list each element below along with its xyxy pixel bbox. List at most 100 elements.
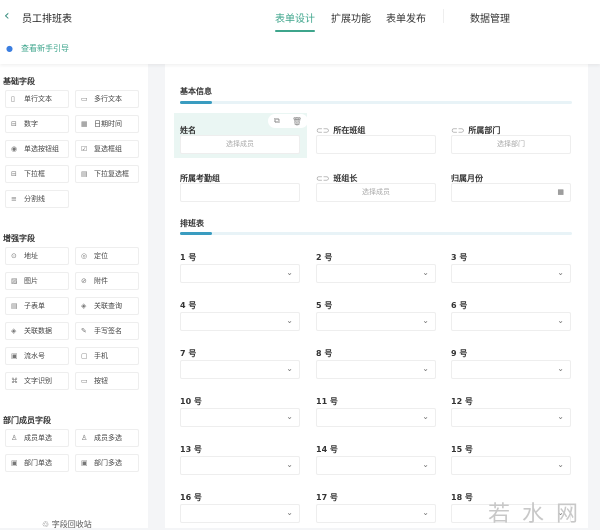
field-button-depts[interactable]: ▣ 部门多选 bbox=[75, 454, 139, 472]
field-input[interactable]: 选择部门 bbox=[451, 135, 571, 154]
chevron-down-icon: ⌄ bbox=[422, 364, 429, 373]
field-button-button[interactable]: ▭ 按钮 bbox=[75, 372, 139, 390]
field-button-label: 图片 bbox=[24, 277, 38, 285]
field-button-label: 定位 bbox=[94, 252, 108, 260]
section-bar bbox=[180, 101, 572, 104]
day-label: 1 号 bbox=[180, 253, 197, 262]
field-button-serial[interactable]: ▣ 流水号 bbox=[5, 347, 69, 365]
day-select[interactable]: ⌄ bbox=[451, 312, 571, 331]
field-button-multiline[interactable]: ▭ 多行文本 bbox=[75, 90, 139, 108]
radio-icon: ◉ bbox=[11, 145, 18, 153]
field-input[interactable]: ▦ bbox=[451, 183, 571, 202]
field-button-location[interactable]: ⊙ 地址 bbox=[5, 247, 69, 265]
field-trash-button[interactable]: ♲ 字段回收站 bbox=[42, 519, 92, 530]
field-input[interactable]: 选择成员 bbox=[316, 183, 436, 202]
field-button-subform[interactable]: ▤ 子表单 bbox=[5, 297, 69, 315]
field-button-label: 成员多选 bbox=[94, 434, 122, 442]
field-button-label: 关联查询 bbox=[94, 302, 122, 310]
chevron-down-icon: ⌄ bbox=[422, 316, 429, 325]
link-query-icon: ◈ bbox=[81, 302, 87, 310]
day-select[interactable]: ⌄ bbox=[316, 264, 436, 283]
watermark: 若水网 bbox=[488, 502, 591, 527]
chevron-down-icon: ⌄ bbox=[286, 508, 293, 517]
field-button-label: 子表单 bbox=[24, 302, 45, 310]
day-select[interactable]: ⌄ bbox=[316, 312, 436, 331]
day-select[interactable]: ⌄ bbox=[451, 264, 571, 283]
depts-icon: ▣ bbox=[81, 459, 88, 467]
field-button-text[interactable]: ▯ 单行文本 bbox=[5, 90, 69, 108]
field-input[interactable]: 选择成员 bbox=[180, 135, 300, 154]
day-label: 7 号 bbox=[180, 349, 197, 358]
field-placeholder: 选择部门 bbox=[497, 140, 525, 148]
field-button-users[interactable]: ♙ 成员多选 bbox=[75, 429, 139, 447]
tab-form-design[interactable]: 表单设计 bbox=[275, 10, 315, 32]
day-select[interactable]: ⌄ bbox=[316, 408, 436, 427]
multiline-icon: ▭ bbox=[81, 95, 88, 103]
field-button-calendar[interactable]: ▦ 日期时间 bbox=[75, 115, 139, 133]
field-input[interactable] bbox=[316, 135, 436, 154]
field-input[interactable] bbox=[180, 183, 300, 202]
section-title-basic: 基本信息 bbox=[180, 87, 212, 96]
section-title: 增强字段 bbox=[3, 234, 35, 243]
field-button-label: 附件 bbox=[94, 277, 108, 285]
form-canvas: 基本信息 ⧉ 🗑 排班表 姓名 选择成员 ⊂⊃ 所在班组 ⊂⊃ 所属部门 选择部门 所属考勤组 ⊂… bbox=[165, 64, 588, 528]
tab-publish[interactable]: 表单发布 bbox=[386, 10, 426, 25]
chevron-down-icon: ⌄ bbox=[557, 460, 564, 469]
day-select[interactable]: ⌄ bbox=[180, 312, 300, 331]
attachment-icon: ⊘ bbox=[81, 277, 87, 285]
field-button-label: 部门单选 bbox=[24, 459, 52, 467]
field-button-user[interactable]: ♙ 成员单选 bbox=[5, 429, 69, 447]
guide-link[interactable]: ● 查看新手引导 bbox=[6, 43, 69, 54]
signature-icon: ✎ bbox=[81, 327, 87, 335]
link-icon: ⊂⊃ bbox=[316, 174, 330, 183]
day-select[interactable]: ⌄ bbox=[316, 456, 436, 475]
image-icon: ▨ bbox=[11, 277, 18, 285]
field-label-text: 姓名 bbox=[180, 126, 196, 135]
field-button-dropdown[interactable]: ⊟ 下拉框 bbox=[5, 165, 69, 183]
field-label-text: 所属考勤组 bbox=[180, 174, 220, 183]
pin-icon: ● bbox=[6, 44, 13, 53]
day-select[interactable]: ⌄ bbox=[180, 360, 300, 379]
subform-icon: ▤ bbox=[11, 302, 18, 310]
day-select[interactable]: ⌄ bbox=[451, 456, 571, 475]
field-button-number[interactable]: ⊟ 数字 bbox=[5, 115, 69, 133]
chevron-down-icon: ⌄ bbox=[286, 460, 293, 469]
day-select[interactable]: ⌄ bbox=[180, 456, 300, 475]
field-button-label: 分割线 bbox=[24, 195, 45, 203]
field-button-multi-dropdown[interactable]: ▤ 下拉复选框 bbox=[75, 165, 139, 183]
day-select[interactable]: ⌄ bbox=[180, 408, 300, 427]
back-arrow-icon[interactable]: ‹ bbox=[4, 8, 10, 24]
day-select[interactable]: ⌄ bbox=[180, 504, 300, 523]
chevron-down-icon: ⌄ bbox=[557, 316, 564, 325]
divider-icon: ≡ bbox=[11, 195, 17, 203]
field-button-dept[interactable]: ▣ 部门单选 bbox=[5, 454, 69, 472]
day-label: 3 号 bbox=[451, 253, 468, 262]
copy-icon[interactable]: ⧉ bbox=[274, 116, 280, 126]
link-icon: ⊂⊃ bbox=[316, 126, 330, 135]
field-button-link-query[interactable]: ◈ 关联查询 bbox=[75, 297, 139, 315]
day-select[interactable]: ⌄ bbox=[316, 504, 436, 523]
field-button-label: 手机 bbox=[94, 352, 108, 360]
day-select[interactable]: ⌄ bbox=[451, 360, 571, 379]
field-button-label: 单行文本 bbox=[24, 95, 52, 103]
delete-icon[interactable]: 🗑 bbox=[292, 117, 302, 126]
day-select[interactable]: ⌄ bbox=[180, 264, 300, 283]
tab-data-management[interactable]: 数据管理 bbox=[470, 10, 510, 25]
ocr-icon: ⌘ bbox=[11, 377, 18, 385]
day-select[interactable]: ⌄ bbox=[316, 360, 436, 379]
field-button-ocr[interactable]: ⌘ 文字识别 bbox=[5, 372, 69, 390]
field-button-image[interactable]: ▨ 图片 bbox=[5, 272, 69, 290]
field-button-link-data[interactable]: ◈ 关联数据 bbox=[5, 322, 69, 340]
day-select[interactable]: ⌄ bbox=[451, 408, 571, 427]
field-button-attachment[interactable]: ⊘ 附件 bbox=[75, 272, 139, 290]
day-label: 15 号 bbox=[451, 445, 473, 454]
field-button-signature[interactable]: ✎ 手写签名 bbox=[75, 322, 139, 340]
field-button-phone[interactable]: ▢ 手机 bbox=[75, 347, 139, 365]
field-button-locate[interactable]: ◎ 定位 bbox=[75, 247, 139, 265]
field-button-divider[interactable]: ≡ 分割线 bbox=[5, 190, 69, 208]
field-button-checkbox[interactable]: ☑ 复选框组 bbox=[75, 140, 139, 158]
tab-extensions[interactable]: 扩展功能 bbox=[331, 10, 371, 25]
field-button-radio[interactable]: ◉ 单选按钮组 bbox=[5, 140, 69, 158]
field-label-text: 归属月份 bbox=[451, 174, 483, 183]
chevron-down-icon: ⌄ bbox=[422, 412, 429, 421]
